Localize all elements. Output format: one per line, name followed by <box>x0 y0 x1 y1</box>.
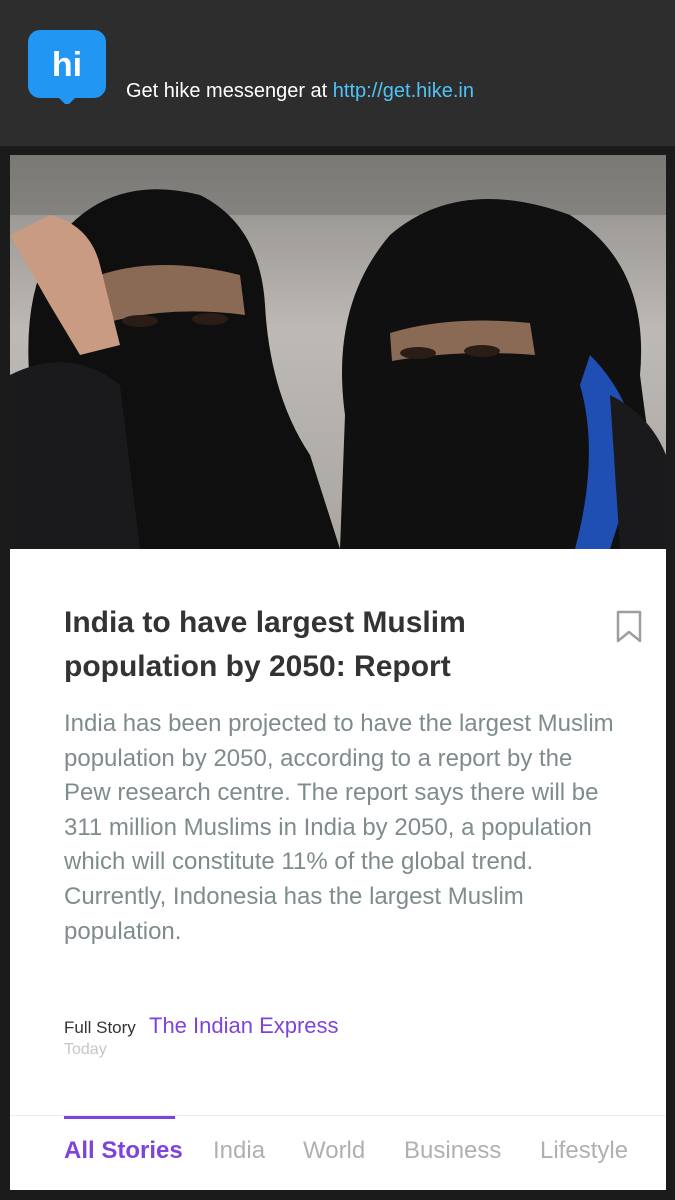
hike-logo-text: hi <box>52 46 82 84</box>
hike-promo-bar: hi Get hike messenger at http://get.hike… <box>0 0 675 146</box>
tab-india[interactable]: India <box>213 1137 265 1165</box>
tab-business[interactable]: Business <box>404 1137 501 1165</box>
article-title[interactable]: India to have largest Muslim population … <box>64 601 534 689</box>
tab-world[interactable]: World <box>303 1137 365 1165</box>
tab-all-stories[interactable]: All Stories <box>64 1137 183 1165</box>
article-summary: India has been projected to have the lar… <box>64 710 614 945</box>
promo-label: Get hike messenger at <box>126 80 333 102</box>
tab-lifestyle[interactable]: Lifestyle <box>540 1137 628 1165</box>
article-photo[interactable] <box>10 155 666 549</box>
hike-logo-icon[interactable]: hi <box>28 30 106 104</box>
bookmark-icon[interactable] <box>616 610 642 644</box>
promo-link[interactable]: http://get.hike.in <box>333 80 474 102</box>
full-story-label: Full Story <box>64 1018 136 1037</box>
active-tab-indicator <box>64 1116 175 1119</box>
news-card[interactable]: India to have largest Muslim population … <box>10 155 666 1190</box>
promo-text: Get hike messenger at http://get.hike.in <box>126 80 474 103</box>
category-tabs: All Stories India World Business Lifesty… <box>10 1115 666 1190</box>
source-link[interactable]: The Indian Express <box>149 1013 339 1039</box>
article-date: Today <box>64 1041 107 1058</box>
